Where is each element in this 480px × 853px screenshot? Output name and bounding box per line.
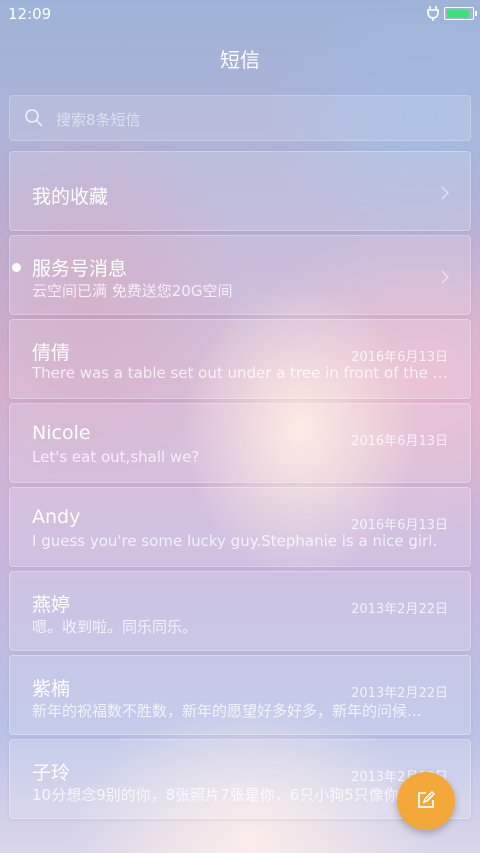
message-date: 2013年2月22日 bbox=[351, 686, 448, 701]
status-bar: 12:09 bbox=[0, 0, 480, 28]
page-title: 短信 bbox=[220, 48, 260, 72]
favorites-item[interactable]: 我的收藏 bbox=[9, 151, 471, 231]
message-preview: Let's eat out,shall we? bbox=[32, 448, 200, 466]
service-messages-subtitle: 云空间已满 免费送您20G空间 bbox=[32, 282, 233, 300]
conversation-item[interactable]: Nicole 2016年6月13日 Let's eat out,shall we… bbox=[9, 403, 471, 483]
conversation-item[interactable]: 倩倩 2016年6月13日 There was a table set out … bbox=[9, 319, 471, 399]
battery-icon bbox=[444, 7, 477, 20]
message-date: 2013年2月22日 bbox=[351, 602, 448, 617]
message-preview: 嗯。收到啦。同乐同乐。 bbox=[32, 618, 198, 636]
search-icon bbox=[25, 109, 43, 127]
contact-name: 燕婷 bbox=[32, 594, 71, 616]
message-preview: 新年的祝福数不胜数，新年的愿望好多好多，新年的问候... bbox=[32, 702, 422, 720]
search-placeholder: 搜索8条短信 bbox=[56, 111, 141, 129]
chevron-right-icon bbox=[441, 186, 449, 200]
conversation-item[interactable]: 燕婷 2013年2月22日 嗯。收到啦。同乐同乐。 bbox=[9, 571, 471, 651]
message-preview: 10分想念9别的你，8张照片7张是你，6只小狗5只像你... bbox=[32, 786, 414, 804]
conversation-item[interactable]: Andy 2016年6月13日 I guess you're some luck… bbox=[9, 487, 471, 567]
message-date: 2016年6月13日 bbox=[351, 518, 448, 533]
search-input[interactable]: 搜索8条短信 bbox=[9, 95, 471, 141]
contact-name: 子玲 bbox=[32, 762, 71, 784]
service-messages-item[interactable]: 服务号消息 云空间已满 免费送您20G空间 bbox=[9, 235, 471, 315]
message-preview: There was a table set out under a tree i… bbox=[32, 364, 452, 382]
compose-icon bbox=[418, 791, 435, 808]
favorites-title: 我的收藏 bbox=[32, 186, 109, 208]
contact-name: 紫楠 bbox=[32, 678, 71, 700]
unread-dot bbox=[12, 263, 21, 272]
message-preview: I guess you're some lucky guy.Stephanie … bbox=[32, 532, 438, 550]
compose-button[interactable] bbox=[397, 772, 455, 830]
plug-icon bbox=[427, 6, 439, 21]
message-date: 2016年6月13日 bbox=[351, 350, 448, 365]
message-date: 2016年6月13日 bbox=[351, 434, 448, 449]
contact-name: Nicole bbox=[32, 422, 91, 444]
battery-fill bbox=[446, 9, 470, 18]
service-messages-title: 服务号消息 bbox=[32, 258, 128, 280]
status-time: 12:09 bbox=[8, 5, 52, 23]
conversation-item[interactable]: 紫楠 2013年2月22日 新年的祝福数不胜数，新年的愿望好多好多，新年的问候.… bbox=[9, 655, 471, 735]
chevron-right-icon bbox=[441, 270, 449, 284]
contact-name: Andy bbox=[32, 506, 81, 528]
contact-name: 倩倩 bbox=[32, 342, 71, 364]
